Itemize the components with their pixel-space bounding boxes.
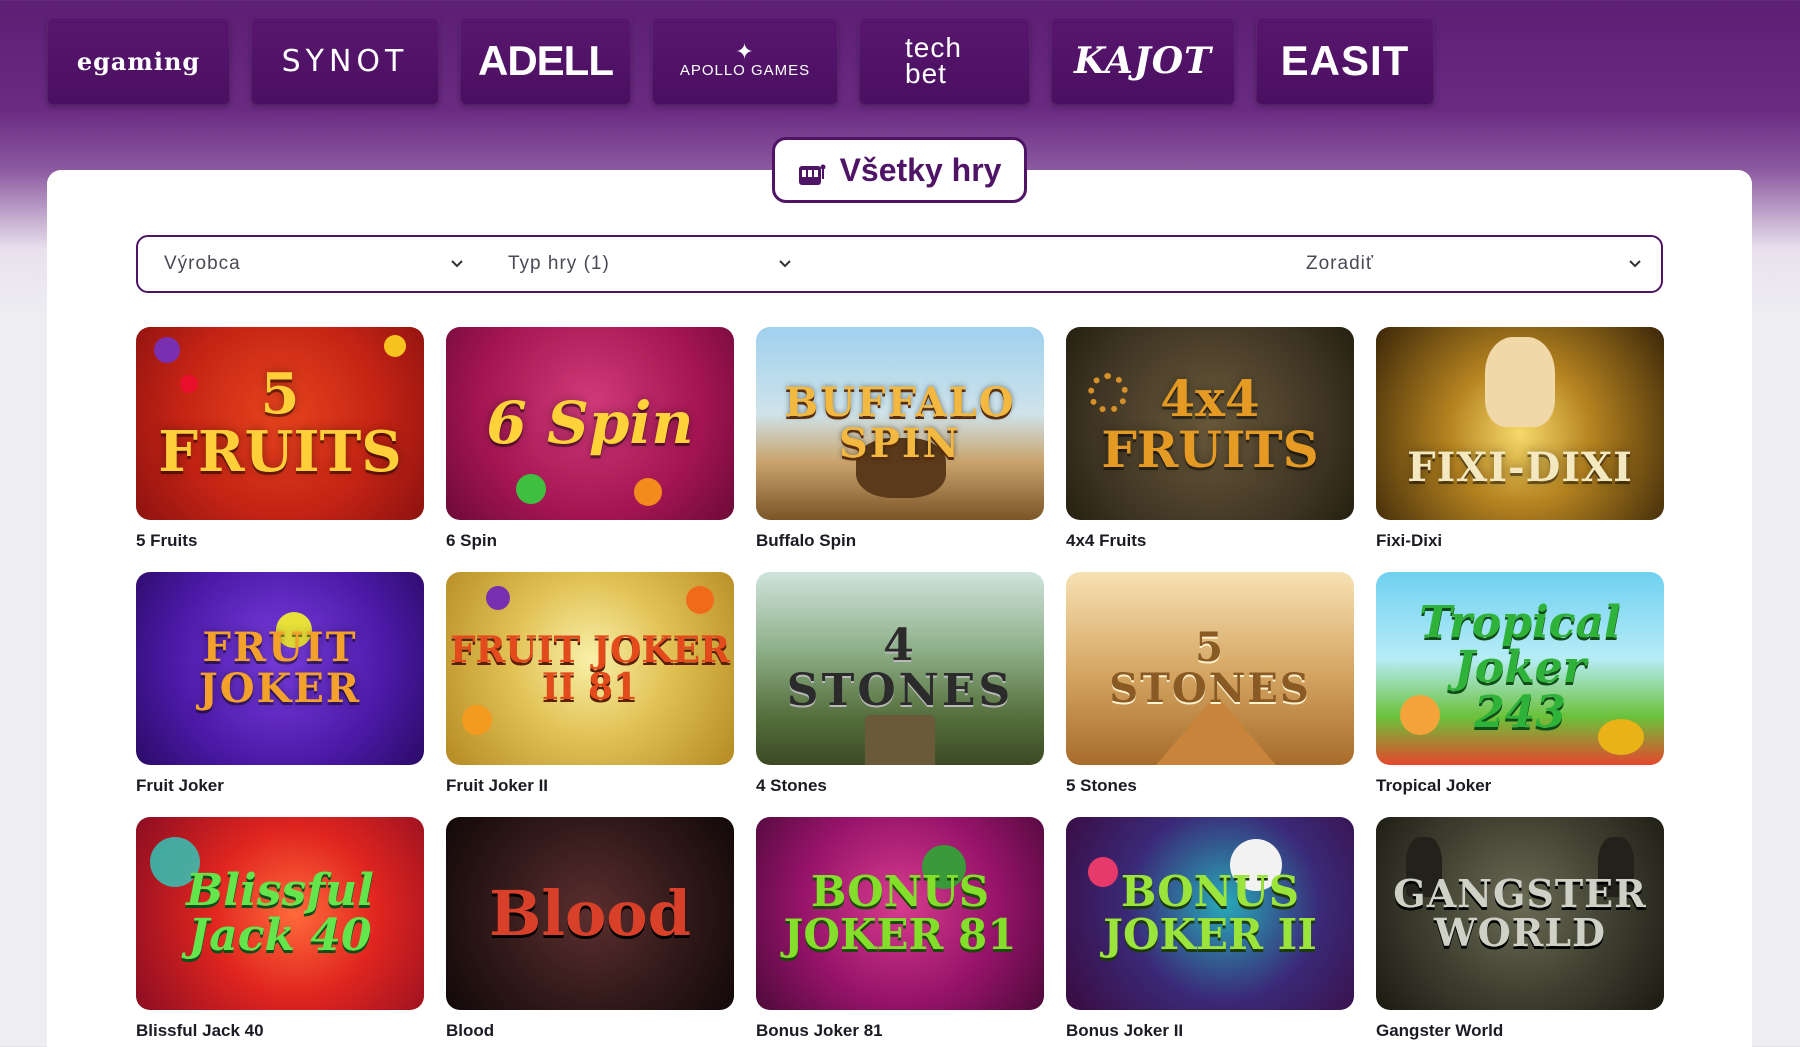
game-thumbnail[interactable]: 5 FRUITS: [136, 327, 424, 520]
game-thumbnail[interactable]: FRUIT JOKER: [136, 572, 424, 765]
game-type-dropdown[interactable]: Typ hry (1): [508, 237, 808, 291]
game-thumbnail[interactable]: BUFFALO SPIN: [756, 327, 1044, 520]
chevron-down-icon: [779, 260, 791, 268]
game-tile[interactable]: FRUIT JOKER Fruit Joker: [136, 572, 424, 801]
game-logo-text: 5 STONES: [1109, 623, 1311, 712]
game-title[interactable]: 4 Stones: [756, 776, 1044, 796]
game-title[interactable]: Bonus Joker 81: [756, 1021, 1044, 1041]
game-thumbnail[interactable]: GANGSTER WORLD: [1376, 817, 1664, 1010]
chevron-down-icon: [451, 260, 463, 268]
game-tile[interactable]: 5 FRUITS 5 Fruits: [136, 327, 424, 556]
provider-techbet[interactable]: tech bet: [859, 17, 1030, 105]
game-tile[interactable]: Tropical Joker 243 Tropical Joker: [1376, 572, 1664, 801]
game-grid: 5 FRUITS 5 Fruits 6 Spin 6 Spin BUFFALO …: [136, 327, 1664, 1046]
game-title[interactable]: Blissful Jack 40: [136, 1021, 424, 1041]
game-logo-text: 6 Spin: [486, 388, 694, 457]
game-title[interactable]: 5 Stones: [1066, 776, 1354, 796]
filter-bar: Výrobca Typ hry (1) Zoradiť: [136, 235, 1663, 293]
provider-label: APOLLO GAMES: [679, 61, 811, 79]
maker-dropdown[interactable]: Výrobca: [164, 237, 464, 291]
game-logo-text: 5 FRUITS: [158, 361, 402, 485]
provider-label: ADELL: [478, 37, 614, 84]
game-thumbnail[interactable]: Tropical Joker 243: [1376, 572, 1664, 765]
provider-label: SYNOT: [281, 43, 409, 79]
game-title[interactable]: Blood: [446, 1021, 734, 1041]
game-tile[interactable]: Blissful Jack 40 Blissful Jack 40: [136, 817, 424, 1046]
provider-label: EASIT: [1280, 37, 1410, 84]
game-tile[interactable]: 4x4 FRUITS 4x4 Fruits: [1066, 327, 1354, 556]
provider-label: egaming: [76, 46, 201, 76]
game-logo-text: FRUIT JOKER II 81: [449, 628, 731, 708]
provider-apollo-games[interactable]: ✦ APOLLO GAMES: [652, 17, 838, 105]
game-title[interactable]: 6 Spin: [446, 531, 734, 551]
game-thumbnail[interactable]: 4 STONES: [756, 572, 1044, 765]
game-title[interactable]: Gangster World: [1376, 1021, 1664, 1041]
all-games-label: Všetky hry: [839, 151, 1002, 188]
game-tile[interactable]: BONUS JOKER 81 Bonus Joker 81: [756, 817, 1044, 1046]
game-thumbnail[interactable]: Blood: [446, 817, 734, 1010]
game-tile[interactable]: Blood Blood: [446, 817, 734, 1046]
game-tile[interactable]: 5 STONES 5 Stones: [1066, 572, 1354, 801]
game-title[interactable]: Bonus Joker II: [1066, 1021, 1354, 1041]
game-logo-text: 4 STONES: [786, 619, 1014, 716]
game-title[interactable]: Fixi-Dixi: [1376, 531, 1664, 551]
game-logo-text: FIXI-DIXI: [1407, 444, 1633, 492]
slot-machine-icon: [798, 158, 826, 185]
game-logo-text: Tropical Joker 243: [1419, 597, 1621, 738]
game-logo-text: BONUS JOKER 81: [783, 866, 1017, 959]
star-icon: ✦: [735, 38, 755, 64]
game-title[interactable]: Buffalo Spin: [756, 531, 1044, 551]
provider-kajot[interactable]: KAJOT: [1051, 17, 1235, 105]
game-tile[interactable]: 6 Spin 6 Spin: [446, 327, 734, 556]
game-logo-text: BUFFALO SPIN: [784, 378, 1016, 467]
provider-bar: egaming SYNOT ADELL ✦ APOLLO GAMES tech …: [47, 17, 1434, 105]
game-tile[interactable]: FRUIT JOKER II 81 Fruit Joker II: [446, 572, 734, 801]
chevron-down-icon: [1629, 260, 1641, 268]
game-title[interactable]: Fruit Joker: [136, 776, 424, 796]
sort-dropdown-label: Zoradiť: [1306, 253, 1374, 274]
game-thumbnail[interactable]: FRUIT JOKER II 81: [446, 572, 734, 765]
all-games-button[interactable]: Všetky hry: [772, 137, 1027, 203]
provider-synot[interactable]: SYNOT: [251, 17, 439, 105]
game-thumbnail[interactable]: BONUS JOKER 81: [756, 817, 1044, 1010]
provider-label-bottom: bet: [905, 58, 947, 89]
game-type-dropdown-label: Typ hry (1): [508, 253, 610, 274]
game-tile[interactable]: 4 STONES 4 Stones: [756, 572, 1044, 801]
game-tile[interactable]: GANGSTER WORLD Gangster World: [1376, 817, 1664, 1046]
provider-adell[interactable]: ADELL: [460, 17, 631, 105]
game-thumbnail[interactable]: BONUS JOKER II: [1066, 817, 1354, 1010]
game-thumbnail[interactable]: 5 STONES: [1066, 572, 1354, 765]
game-title[interactable]: 4x4 Fruits: [1066, 531, 1354, 551]
game-title[interactable]: Fruit Joker II: [446, 776, 734, 796]
game-thumbnail[interactable]: FIXI-DIXI: [1376, 327, 1664, 520]
game-logo-text: Blissful Jack 40: [186, 864, 374, 961]
game-logo-text: Blood: [488, 876, 691, 950]
maker-dropdown-label: Výrobca: [164, 253, 241, 274]
game-tile[interactable]: BUFFALO SPIN Buffalo Spin: [756, 327, 1044, 556]
provider-easit[interactable]: EASIT: [1256, 17, 1434, 105]
game-title[interactable]: Tropical Joker: [1376, 776, 1664, 796]
game-thumbnail[interactable]: 6 Spin: [446, 327, 734, 520]
game-logo-text: FRUIT JOKER: [198, 623, 362, 712]
game-logo-text: BONUS JOKER II: [1103, 866, 1317, 959]
provider-egaming[interactable]: egaming: [47, 17, 230, 105]
sort-dropdown[interactable]: Zoradiť: [1306, 237, 1646, 291]
game-thumbnail[interactable]: Blissful Jack 40: [136, 817, 424, 1010]
game-title[interactable]: 5 Fruits: [136, 531, 424, 551]
game-tile[interactable]: FIXI-DIXI Fixi-Dixi: [1376, 327, 1664, 556]
game-logo-text: 4x4 FRUITS: [1101, 368, 1319, 479]
game-thumbnail[interactable]: 4x4 FRUITS: [1066, 327, 1354, 520]
game-logo-text: GANGSTER WORLD: [1393, 870, 1647, 955]
game-tile[interactable]: BONUS JOKER II Bonus Joker II: [1066, 817, 1354, 1046]
provider-label: KAJOT: [1074, 40, 1212, 82]
